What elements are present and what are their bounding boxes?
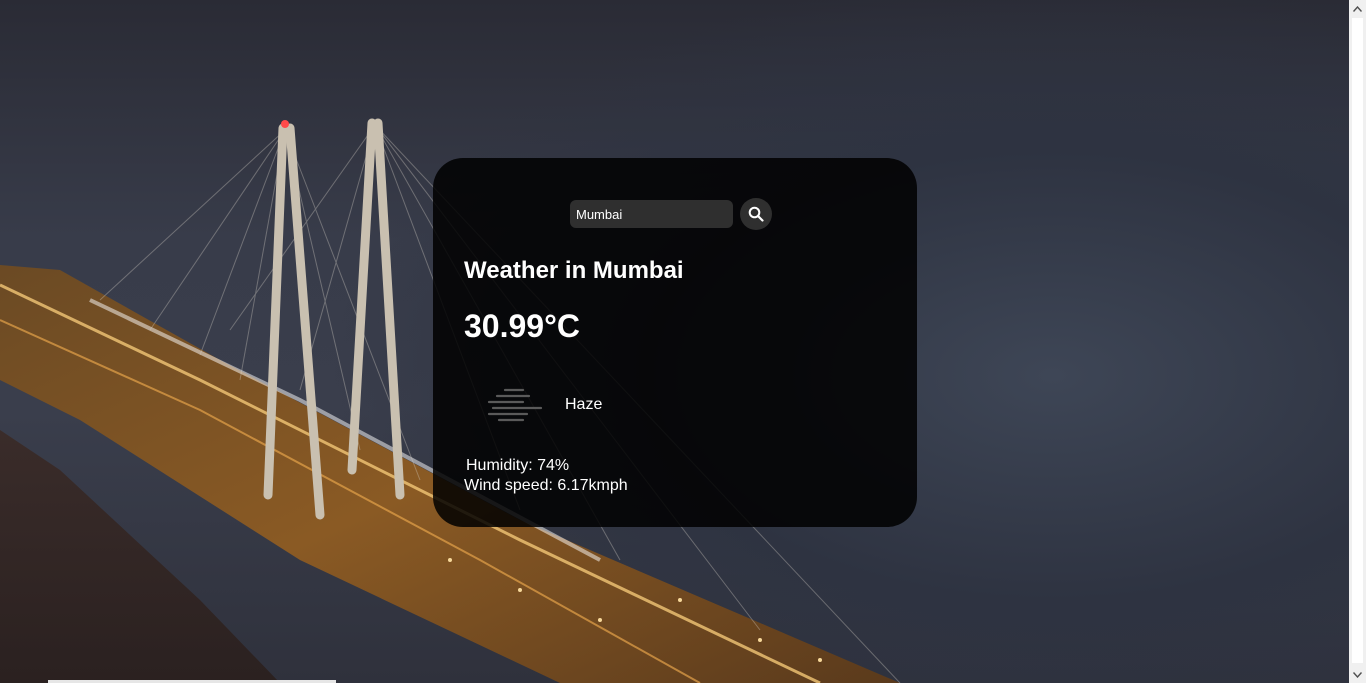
search-icon [748,206,764,222]
chevron-up-icon [1353,5,1362,12]
scroll-thumb[interactable] [1352,18,1363,663]
chevron-down-icon [1353,671,1362,678]
search-bar [570,198,772,230]
scroll-up-button[interactable] [1349,0,1366,17]
humidity-text: Humidity: 74% [466,457,570,474]
scroll-down-button[interactable] [1349,666,1366,683]
search-button[interactable] [740,198,772,230]
background-photo: Weather in Mumbai 30.99°C Haze Humidity:… [0,0,1349,683]
haze-icon [487,388,543,422]
search-input[interactable] [570,200,733,228]
vertical-scrollbar[interactable] [1349,0,1366,683]
wind-speed-text: Wind speed: 6.17kmph [464,477,628,494]
weather-description: Haze [565,396,603,413]
weather-card: Weather in Mumbai 30.99°C Haze Humidity:… [433,158,917,527]
city-title: Weather in Mumbai [464,257,684,284]
temperature: 30.99°C [464,308,580,344]
weather-condition: Haze [483,382,602,428]
